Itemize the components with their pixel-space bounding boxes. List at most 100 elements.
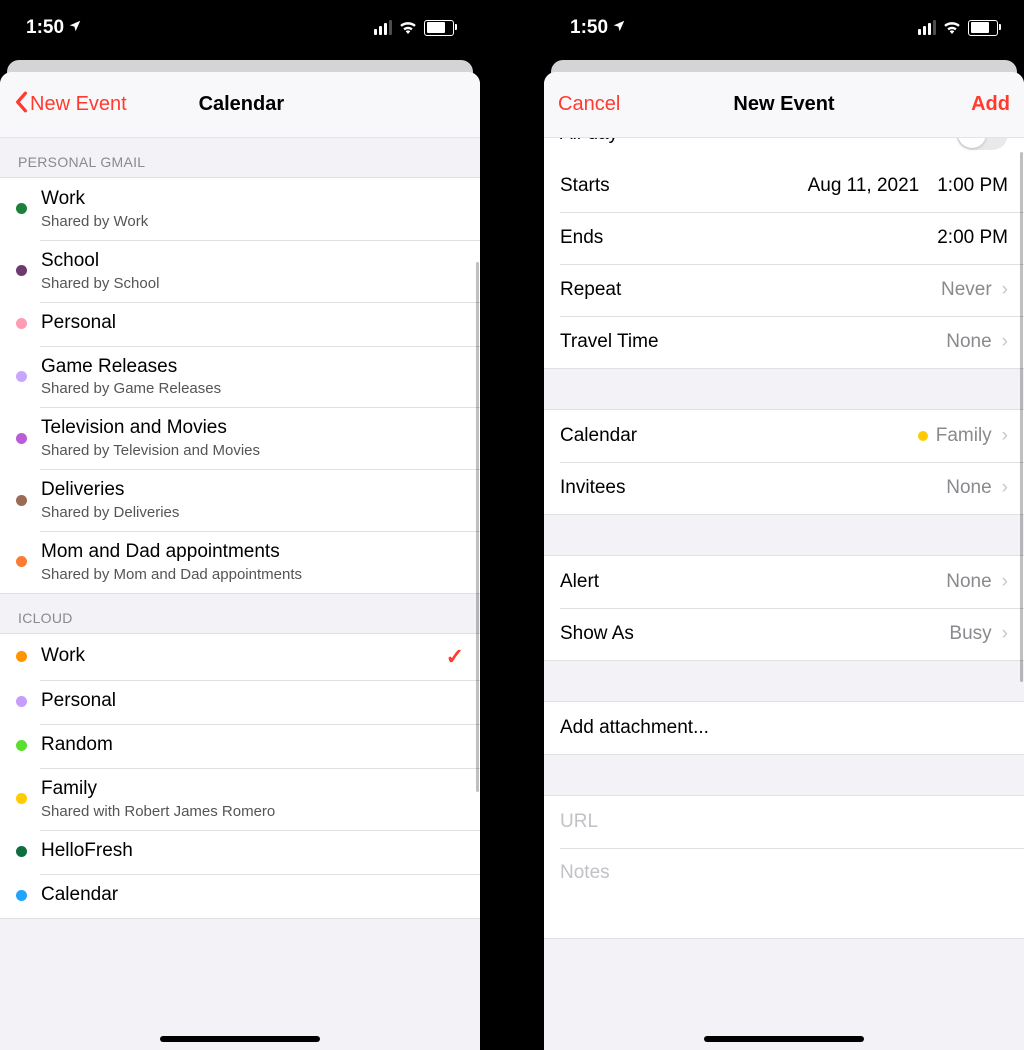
calendar-color-dot: [16, 265, 27, 276]
signal-icon: [918, 20, 936, 35]
calendar-name: Mom and Dad appointments: [41, 541, 464, 564]
cancel-button[interactable]: Cancel: [558, 93, 620, 116]
ends-row[interactable]: Ends 2:00 PM: [544, 212, 1024, 264]
section-label: ICLOUD: [0, 594, 480, 633]
calendar-name: School: [41, 250, 464, 273]
status-time: 1:50: [570, 17, 626, 39]
chevron-right-icon: ›: [1002, 425, 1008, 447]
add-attachment-row[interactable]: Add attachment...: [544, 702, 1024, 754]
calendar-name: Deliveries: [41, 479, 464, 502]
status-icons: [918, 19, 998, 37]
calendar-color-dot: [16, 318, 27, 329]
scrollbar[interactable]: [1020, 152, 1023, 682]
url-field[interactable]: URL: [544, 796, 1024, 848]
calendar-subtitle: Shared by Deliveries: [41, 504, 464, 521]
calendar-option[interactable]: Deliveries Shared by Deliveries: [0, 469, 480, 531]
scrollbar[interactable]: [476, 262, 479, 792]
calendar-value: Family: [936, 425, 992, 447]
calendar-name: Work: [41, 188, 464, 211]
calendar-option[interactable]: Television and Movies Shared by Televisio…: [0, 407, 480, 469]
travel-time-row[interactable]: Travel Time None ›: [544, 316, 1024, 368]
repeat-value: Never: [941, 279, 992, 301]
calendar-option[interactable]: School Shared by School: [0, 240, 480, 302]
travel-value: None: [946, 331, 991, 353]
calendar-color-dot: [16, 651, 27, 662]
calendar-name: Family: [41, 778, 464, 801]
calendar-picker-sheet: New Event Calendar PERSONAL GMAIL Work Sha…: [0, 72, 480, 1050]
calendar-option[interactable]: Calendar: [0, 874, 480, 918]
calendar-option[interactable]: Family Shared with Robert James Romero: [0, 768, 480, 830]
calendar-row[interactable]: Calendar Family ›: [544, 410, 1024, 462]
invitees-value: None: [946, 477, 991, 499]
location-icon: [612, 17, 626, 39]
home-indicator[interactable]: [704, 1036, 864, 1042]
back-button[interactable]: New Event: [14, 91, 127, 119]
alert-row[interactable]: Alert None ›: [544, 556, 1024, 608]
sheet-header: Cancel New Event Add: [544, 72, 1024, 138]
starts-time: 1:00 PM: [937, 175, 1008, 197]
calendar-option[interactable]: Personal: [0, 302, 480, 346]
calendar-option[interactable]: Game ReleasesShared by Game Releases: [0, 346, 480, 408]
calendar-color-dot: [16, 846, 27, 857]
calendar-color-dot: [16, 793, 27, 804]
section-label: PERSONAL GMAIL: [0, 138, 480, 177]
new-event-sheet: Cancel New Event Add All-day Starts Aug …: [544, 72, 1024, 1050]
calendar-subtitle: Shared by School: [41, 275, 464, 292]
chevron-left-icon: [14, 91, 28, 119]
repeat-row[interactable]: Repeat Never ›: [544, 264, 1024, 316]
calendar-option[interactable]: Personal: [0, 680, 480, 724]
calendar-color-dot: [16, 371, 27, 382]
calendar-name: HelloFresh: [41, 840, 464, 863]
status-bar: 1:50: [0, 0, 480, 55]
location-icon: [68, 17, 82, 39]
starts-row[interactable]: Starts Aug 11, 2021 1:00 PM: [544, 160, 1024, 212]
invitees-row[interactable]: Invitees None ›: [544, 462, 1024, 514]
calendar-option[interactable]: Random: [0, 724, 480, 768]
calendar-option[interactable]: Work ✓: [0, 634, 480, 680]
wifi-icon: [942, 19, 962, 37]
home-indicator[interactable]: [160, 1036, 320, 1042]
status-icons: [374, 19, 454, 37]
ends-time: 2:00 PM: [937, 227, 1008, 249]
calendar-name: Game Releases: [41, 356, 464, 379]
battery-icon: [424, 20, 454, 36]
calendar-name: Calendar: [41, 884, 464, 907]
starts-date: Aug 11, 2021: [808, 175, 920, 197]
signal-icon: [374, 20, 392, 35]
status-bar: 1:50: [544, 0, 1024, 55]
calendar-color-dot: [918, 431, 928, 441]
calendar-subtitle: Shared by Mom and Dad appointments: [41, 566, 464, 583]
page-title: Calendar: [127, 93, 356, 116]
checkmark-icon: ✓: [446, 644, 464, 670]
notes-field[interactable]: Notes: [544, 848, 1024, 938]
calendar-name: Random: [41, 734, 464, 757]
battery-icon: [968, 20, 998, 36]
calendar-color-dot: [16, 203, 27, 214]
calendar-name: Television and Movies: [41, 417, 464, 440]
calendar-color-dot: [16, 890, 27, 901]
chevron-right-icon: ›: [1002, 623, 1008, 645]
calendar-subtitle: Shared by Television and Movies: [41, 442, 464, 459]
calendar-color-dot: [16, 433, 27, 444]
page-title: New Event: [668, 93, 900, 116]
calendar-option[interactable]: HelloFresh: [0, 830, 480, 874]
calendar-name: Personal: [41, 312, 464, 335]
chevron-right-icon: ›: [1002, 477, 1008, 499]
all-day-row[interactable]: All-day: [544, 138, 1024, 160]
chevron-right-icon: ›: [1002, 279, 1008, 301]
calendar-subtitle: Shared by Work: [41, 213, 464, 230]
calendar-subtitle: Shared with Robert James Romero: [41, 803, 464, 820]
sheet-header: New Event Calendar: [0, 72, 480, 138]
alert-value: None: [946, 571, 991, 593]
calendar-option[interactable]: Mom and Dad appointments Shared by Mom an…: [0, 531, 480, 593]
calendar-name: Personal: [41, 690, 464, 713]
calendar-option[interactable]: Work Shared by Work: [0, 178, 480, 240]
calendar-color-dot: [16, 556, 27, 567]
add-button[interactable]: Add: [971, 93, 1010, 116]
calendar-color-dot: [16, 495, 27, 506]
all-day-toggle[interactable]: [956, 138, 1008, 150]
calendar-name: Work: [41, 645, 438, 668]
show-as-row[interactable]: Show As Busy ›: [544, 608, 1024, 660]
show-as-value: Busy: [949, 623, 991, 645]
chevron-right-icon: ›: [1002, 571, 1008, 593]
